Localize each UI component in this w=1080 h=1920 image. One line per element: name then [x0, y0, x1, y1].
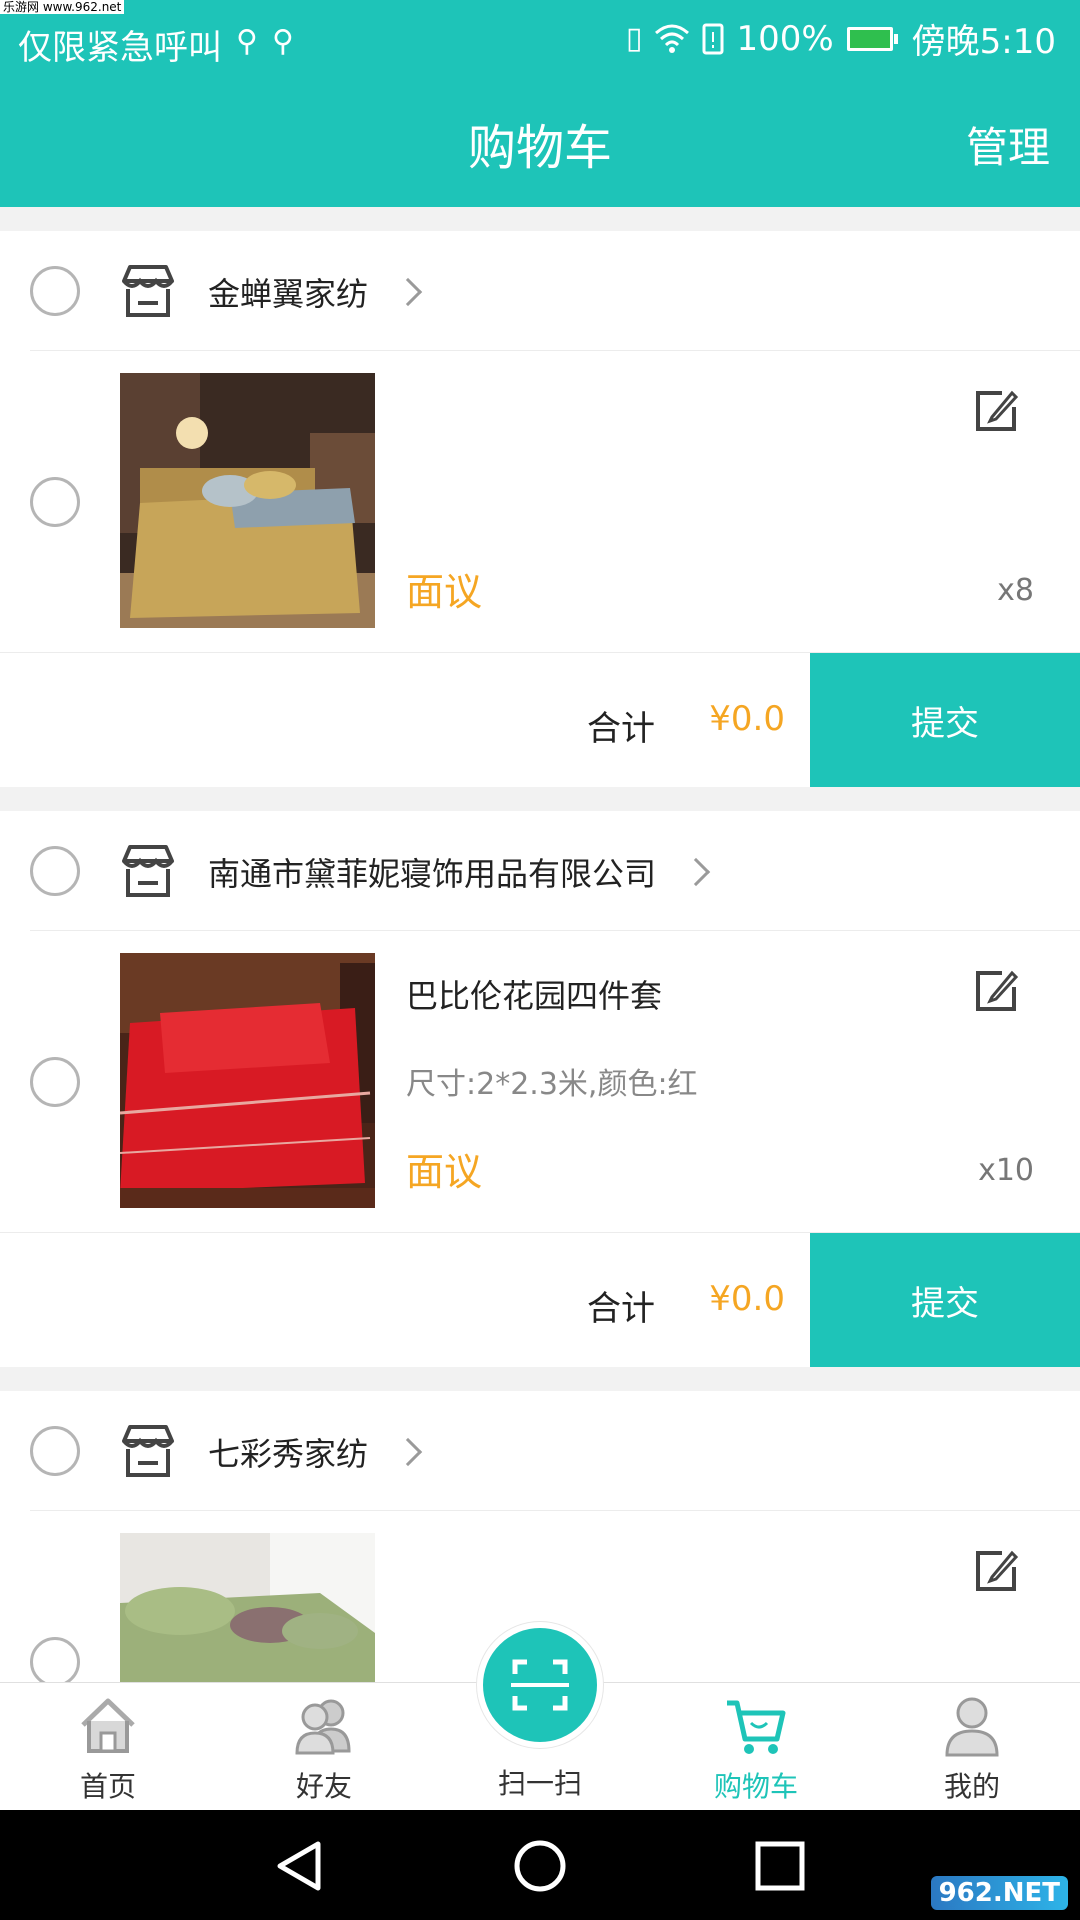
back-icon[interactable] — [270, 1838, 330, 1894]
shop-group: 南通市黛菲妮寝饰用品有限公司 巴比伦花园四件套 尺寸:2*2.3米,颜色:红 面… — [0, 811, 1080, 1367]
product-image[interactable] — [120, 373, 375, 628]
total-amount: ¥0.0 — [709, 699, 785, 739]
tab-friends[interactable]: 好友 — [216, 1683, 432, 1811]
store-icon — [122, 1425, 174, 1477]
scan-icon — [511, 1659, 569, 1711]
scan-button[interactable] — [477, 1622, 603, 1748]
total-label: 合计 — [587, 1289, 655, 1329]
tab-label: 我的 — [943, 1770, 1000, 1803]
tab-label: 首页 — [79, 1770, 136, 1803]
store-icon — [122, 845, 174, 897]
product-image[interactable] — [120, 1533, 375, 1682]
edit-icon[interactable] — [972, 1547, 1020, 1595]
battery-percent: 100% — [736, 18, 834, 59]
store-icon — [122, 265, 174, 317]
shop-group: 金蝉翼家纺 面议 x8 合计 ¥0.0 提交 — [0, 231, 1080, 787]
shop-header[interactable]: 南通市黛菲妮寝饰用品有限公司 — [30, 811, 1080, 931]
home-nav-icon[interactable] — [512, 1838, 568, 1894]
tab-label: 好友 — [295, 1770, 352, 1803]
submit-button[interactable]: 提交 — [810, 1233, 1080, 1367]
product-image[interactable] — [120, 953, 375, 1208]
sim-alert-icon — [702, 23, 724, 54]
product-spec: 尺寸:2*2.3米,颜色:红 — [406, 1067, 698, 1102]
home-icon — [81, 1698, 135, 1753]
product-price: 面议 — [406, 1150, 483, 1194]
chevron-right-icon — [393, 277, 423, 307]
shop-select-radio[interactable] — [30, 266, 80, 316]
shop-total-row: 合计 ¥0.0 提交 — [0, 653, 1080, 787]
total-label: 合计 — [587, 709, 655, 749]
recents-icon[interactable] — [752, 1838, 808, 1894]
scan-label[interactable]: 扫一扫 — [432, 1762, 648, 1802]
item-select-radio[interactable] — [30, 1637, 80, 1682]
usb-icon-2: ⚲ — [271, 24, 294, 59]
page-title: 购物车 — [467, 120, 612, 176]
shop-total-row: 合计 ¥0.0 提交 — [0, 1233, 1080, 1367]
product-price: 面议 — [406, 570, 483, 614]
product-quantity: x8 — [997, 573, 1034, 608]
friends-icon — [295, 1699, 351, 1755]
chevron-right-icon — [681, 857, 711, 887]
title-bar: 购物车 管理 — [0, 80, 1080, 207]
wifi-icon — [655, 24, 690, 53]
usb-icon: ⚲ — [236, 24, 258, 59]
product-name: 巴比伦花园四件套 — [406, 977, 663, 1015]
watermark-logo: 962.NET — [930, 1876, 1068, 1910]
shop-select-radio[interactable] — [30, 1426, 80, 1476]
total-amount: ¥0.0 — [709, 1279, 785, 1319]
product-quantity: x10 — [978, 1153, 1034, 1188]
clock: 傍晚5:10 — [911, 22, 1056, 62]
watermark-text: 乐游网 www.962.net — [0, 0, 125, 14]
shop-name[interactable]: 七彩秀家纺 — [208, 1429, 423, 1475]
cart-icon — [727, 1700, 786, 1754]
submit-button[interactable]: 提交 — [810, 653, 1080, 787]
shop-name-text: 七彩秀家纺 — [208, 1435, 369, 1473]
item-select-radio[interactable] — [30, 477, 80, 527]
battery-icon — [846, 26, 898, 51]
tab-label: 购物车 — [713, 1770, 798, 1803]
tab-profile[interactable]: 我的 — [864, 1683, 1080, 1811]
tab-cart[interactable]: 购物车 — [648, 1683, 864, 1811]
shop-name-text: 南通市黛菲妮寝饰用品有限公司 — [208, 855, 657, 893]
shop-name[interactable]: 金蝉翼家纺 — [208, 269, 423, 315]
tab-home[interactable]: 首页 — [0, 1683, 216, 1811]
profile-icon — [945, 1697, 999, 1757]
cart-list[interactable]: 金蝉翼家纺 面议 x8 合计 ¥0.0 提交 南通市黛菲妮寝饰用品有限公司 巴比… — [0, 207, 1080, 1682]
edit-icon[interactable] — [972, 387, 1020, 435]
edit-icon[interactable] — [972, 967, 1020, 1015]
system-nav-bar: 962.NET — [0, 1810, 1080, 1920]
status-bar: 乐游网 www.962.net 仅限紧急呼叫 ⚲ ⚲ ▯ 100% 傍晚5:10 — [0, 0, 1080, 80]
shop-name[interactable]: 南通市黛菲妮寝饰用品有限公司 — [208, 849, 711, 895]
cart-item[interactable]: 面议 x8 — [0, 351, 1080, 653]
carrier-text: 仅限紧急呼叫 — [18, 28, 222, 68]
manage-button[interactable]: 管理 — [966, 114, 1050, 175]
shop-name-text: 金蝉翼家纺 — [208, 275, 369, 313]
shop-select-radio[interactable] — [30, 846, 80, 896]
shop-header[interactable]: 七彩秀家纺 — [30, 1391, 1080, 1511]
item-select-radio[interactable] — [30, 1057, 80, 1107]
cart-item[interactable]: 巴比伦花园四件套 尺寸:2*2.3米,颜色:红 面议 x10 — [0, 931, 1080, 1233]
vibrate-icon: ▯ — [625, 21, 643, 56]
shop-header[interactable]: 金蝉翼家纺 — [30, 231, 1080, 351]
chevron-right-icon — [393, 1437, 423, 1467]
